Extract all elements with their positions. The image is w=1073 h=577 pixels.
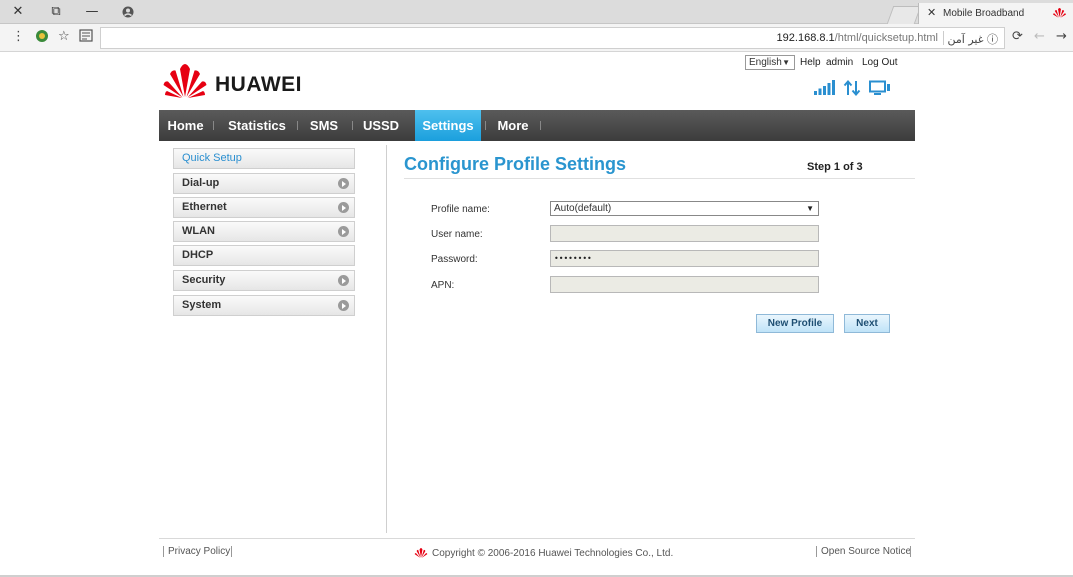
privacy-policy-link[interactable]: Privacy Policy <box>168 546 230 557</box>
user-name-label: User name: <box>431 229 483 240</box>
footer-divider <box>159 538 915 539</box>
sidebar-item-label: Security <box>182 274 226 286</box>
sidebar-item-label: System <box>182 299 222 311</box>
logout-link[interactable]: Log Out <box>862 57 898 68</box>
nav-ussd[interactable]: USSD <box>358 110 404 141</box>
sidebar-item-dial-up[interactable]: Dial-up <box>173 173 355 194</box>
site-security-indicator[interactable]: غير آمن ⓘ <box>948 31 998 47</box>
apn-field[interactable] <box>550 276 819 293</box>
browser-toolbar: ⋮ ☆ 192.168.8.1/html/quicksetup.html غير… <box>0 24 1073 52</box>
step-indicator: Step 1 of 3 <box>807 161 863 173</box>
apn-label: APN: <box>431 280 455 291</box>
nav-home[interactable]: Home <box>159 110 212 141</box>
expand-arrow-icon <box>338 226 349 237</box>
new-tab-button[interactable] <box>886 6 922 24</box>
profile-name-select[interactable]: Auto(default) ▼ <box>550 201 819 216</box>
signal-strength-icon <box>814 80 835 95</box>
url-text[interactable]: 192.168.8.1/html/quicksetup.html <box>777 32 938 44</box>
sidebar-item-wlan[interactable]: WLAN <box>173 221 355 242</box>
admin-link[interactable]: admin <box>826 57 853 68</box>
copyright-text: Copyright © 2006-2016 Huawei Technologie… <box>432 548 674 559</box>
bookmark-star-icon[interactable]: ☆ <box>58 29 70 45</box>
profile-name-label: Profile name: <box>431 204 490 215</box>
sidebar-item-label: Ethernet <box>182 201 227 213</box>
expand-arrow-icon <box>338 202 349 213</box>
nav-settings[interactable]: Settings <box>415 110 481 141</box>
sidebar-item-label: WLAN <box>182 225 215 237</box>
sidebar-item-label: Dial-up <box>182 177 220 189</box>
data-transfer-icon <box>843 80 861 96</box>
language-select[interactable]: English ▼ <box>745 55 795 70</box>
forward-icon[interactable]: → <box>1056 29 1067 45</box>
new-profile-button[interactable]: New Profile <box>756 314 834 333</box>
expand-arrow-icon <box>338 300 349 311</box>
sidebar-item-ethernet[interactable]: Ethernet <box>173 197 355 218</box>
account-icon[interactable] <box>118 3 138 21</box>
main-nav: Home Statistics SMS USSD Settings More <box>159 110 915 141</box>
nav-statistics[interactable]: Statistics <box>221 110 293 141</box>
sidebar-item-system[interactable]: System <box>173 295 355 316</box>
open-source-notice-link[interactable]: Open Source Notice <box>821 546 911 557</box>
logo-text: HUAWEI <box>215 73 302 96</box>
browser-titlebar: ✕ ⧉ — ✕ Mobile Broadband <box>0 0 1073 25</box>
connected-device-icon <box>869 80 890 95</box>
chevron-down-icon: ▼ <box>806 204 814 213</box>
huawei-favicon-icon <box>1053 8 1066 21</box>
back-icon[interactable]: ← <box>1034 29 1045 45</box>
nav-sms[interactable]: SMS <box>304 110 344 141</box>
huawei-logo-icon <box>163 64 207 98</box>
extension-icon[interactable] <box>35 29 49 48</box>
browser-tab[interactable]: ✕ Mobile Broadband <box>918 3 1073 25</box>
minimize-window-icon[interactable]: — <box>82 3 102 21</box>
huawei-small-logo-icon <box>414 548 428 558</box>
page-title: Configure Profile Settings <box>404 154 627 174</box>
user-name-field[interactable] <box>550 225 819 242</box>
menu-icon[interactable]: ⋮ <box>12 29 25 45</box>
reload-icon[interactable]: ⟳ <box>1012 29 1023 45</box>
sidebar-item-label: Quick Setup <box>182 152 242 164</box>
password-label: Password: <box>431 254 478 265</box>
sidebar-item-quick-setup[interactable]: Quick Setup <box>173 148 355 169</box>
sidebar-item-security[interactable]: Security <box>173 270 355 291</box>
info-icon: ⓘ <box>987 33 998 46</box>
expand-arrow-icon <box>338 275 349 286</box>
tab-title: Mobile Broadband <box>943 8 1025 19</box>
password-field[interactable]: •••••••• <box>550 250 819 267</box>
title-divider <box>404 178 915 179</box>
help-link[interactable]: Help <box>800 57 821 68</box>
close-window-icon[interactable]: ✕ <box>8 3 28 21</box>
next-button[interactable]: Next <box>844 314 890 333</box>
address-bar[interactable]: 192.168.8.1/html/quicksetup.html غير آمن… <box>100 27 1005 49</box>
sidebar-item-dhcp[interactable]: DHCP <box>173 245 355 266</box>
nav-more[interactable]: More <box>490 110 536 141</box>
expand-arrow-icon <box>338 178 349 189</box>
content-divider <box>386 145 387 533</box>
restore-window-icon[interactable]: ⧉ <box>46 3 66 21</box>
reader-mode-icon[interactable] <box>79 29 93 47</box>
tab-close-icon[interactable]: ✕ <box>927 6 936 19</box>
sidebar-item-label: DHCP <box>182 249 214 261</box>
